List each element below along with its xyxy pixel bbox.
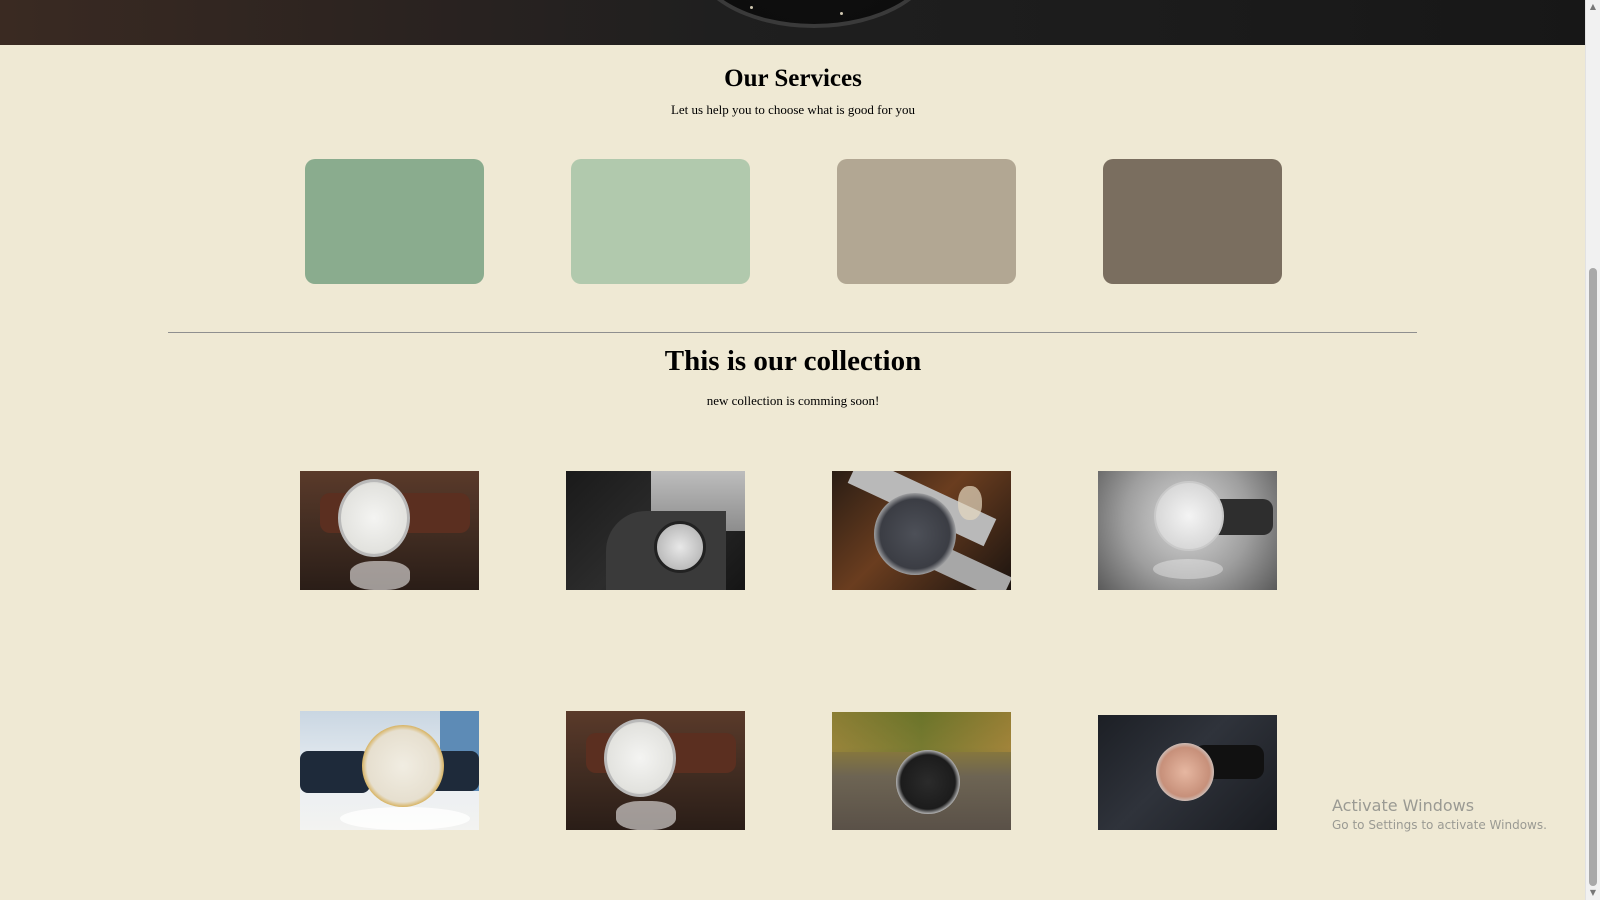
product-image-3[interactable] [832, 471, 1011, 590]
services-title: Our Services [724, 65, 862, 92]
page-scrollbar[interactable]: ▲ ▼ [1585, 0, 1600, 900]
hero-watch-marker [840, 12, 843, 15]
product-image-5[interactable] [300, 711, 479, 830]
product-image-2[interactable] [566, 471, 745, 590]
product-image-6[interactable] [566, 711, 745, 830]
hero-banner-image [0, 0, 1586, 45]
service-card-3[interactable] [837, 159, 1016, 284]
product-image-4[interactable] [1098, 471, 1277, 590]
windows-activation-watermark: Activate Windows Go to Settings to activ… [1332, 796, 1547, 832]
scroll-down-arrow-icon[interactable]: ▼ [1586, 886, 1600, 900]
section-divider [168, 332, 1417, 333]
product-image-8[interactable] [1098, 715, 1277, 830]
scrollbar-thumb[interactable] [1589, 268, 1597, 886]
collection-title: This is our collection [664, 345, 922, 377]
watermark-title: Activate Windows [1332, 796, 1475, 815]
service-card-2[interactable] [571, 159, 750, 284]
watermark-subtitle: Go to Settings to activate Windows. [1332, 818, 1547, 832]
hero-watch-marker [750, 6, 753, 9]
service-card-4[interactable] [1103, 159, 1282, 284]
product-image-7[interactable] [832, 712, 1011, 830]
services-subtitle: Let us help you to choose what is good f… [670, 102, 916, 117]
service-card-1[interactable] [305, 159, 484, 284]
collection-subtitle: new collection is comming soon! [706, 393, 880, 408]
product-image-1[interactable] [300, 471, 479, 590]
scroll-up-arrow-icon[interactable]: ▲ [1586, 0, 1600, 14]
hero-watch-graphic [690, 0, 938, 28]
